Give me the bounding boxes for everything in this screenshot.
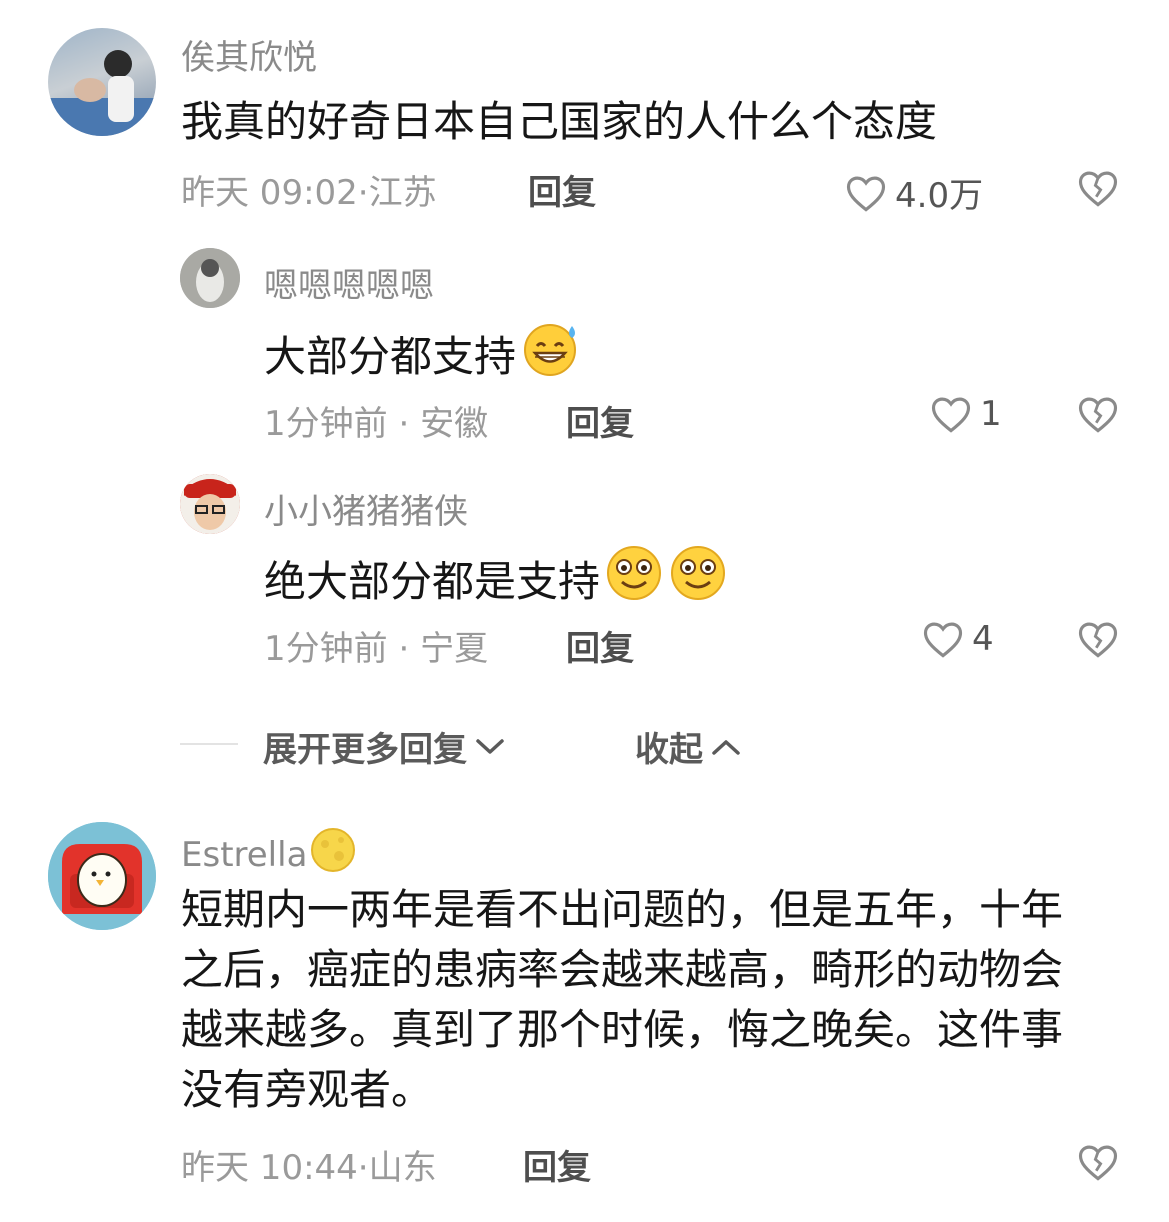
grin-sweat-emoji-icon — [520, 320, 582, 386]
expand-more-label: 展开更多回复 — [263, 730, 467, 770]
comment-time: 昨天 10:44 — [181, 1148, 358, 1188]
chevron-down-icon — [475, 737, 505, 757]
reply-text-row: 大部分都支持 — [264, 320, 582, 386]
broken-heart-icon[interactable] — [1077, 619, 1119, 659]
heart-outline-icon — [930, 394, 972, 434]
reply-text: 大部分都支持 — [264, 331, 517, 381]
comment-meta: 昨天 10:44·山东 — [181, 1140, 437, 1189]
broken-heart-icon[interactable] — [1077, 394, 1119, 434]
reply-text-row: 绝大部分都是支持 — [264, 544, 728, 612]
reply-button[interactable]: 回复 — [528, 165, 596, 214]
reply-username[interactable]: 小小猪猪猪侠 — [264, 484, 468, 533]
reply-meta: 1分钟前 · 安徽 — [264, 396, 488, 445]
reply-text: 绝大部分都是支持 — [264, 556, 601, 606]
avatar[interactable] — [180, 248, 240, 308]
like-count: 1 — [980, 394, 1002, 434]
avatar-image — [180, 474, 240, 534]
replies-divider — [180, 743, 238, 745]
comment-text: 短期内一两年是看不出问题的，但是五年，十年之后，癌症的患病率会越来越高，畸形的动… — [181, 885, 1064, 1114]
comment-username[interactable]: 俟其欣悦 — [181, 30, 317, 79]
like-count: 4 — [972, 619, 994, 659]
collapse-replies-button[interactable]: 收起 — [635, 722, 741, 771]
reply-time: 1分钟前 — [264, 404, 388, 444]
smile-emoji-icon — [668, 544, 728, 612]
like-button[interactable]: 1 — [930, 394, 1002, 434]
avatar-image — [48, 50, 156, 136]
reply-button[interactable]: 回复 — [566, 396, 634, 445]
like-button[interactable]: 4.0万 — [845, 168, 983, 217]
reply-button[interactable]: 回复 — [523, 1140, 591, 1189]
reply-location: 安徽 — [420, 404, 489, 444]
reply-username[interactable]: 嗯嗯嗯嗯嗯 — [264, 258, 434, 307]
meta-separator: · — [398, 404, 410, 444]
comment-meta: 昨天 09:02·江苏 — [181, 165, 437, 214]
avatar-image — [48, 822, 156, 930]
comment-location: 山东 — [368, 1148, 437, 1188]
like-count: 4.0万 — [895, 176, 984, 216]
chevron-up-icon — [711, 737, 741, 757]
broken-heart-icon[interactable] — [1077, 1142, 1119, 1182]
broken-heart-icon[interactable] — [1077, 168, 1119, 208]
comment-username-row: Estrella — [181, 826, 357, 883]
reply-button[interactable]: 回复 — [566, 621, 634, 670]
heart-outline-icon — [922, 619, 964, 659]
meta-separator: · — [398, 629, 410, 669]
avatar[interactable] — [48, 822, 156, 930]
reply-meta: 1分钟前 · 宁夏 — [264, 621, 488, 670]
comment-username[interactable]: Estrella — [181, 835, 307, 875]
smile-emoji-icon — [604, 544, 664, 612]
expand-more-replies-button[interactable]: 展开更多回复 — [263, 722, 505, 771]
like-button[interactable]: 4 — [922, 619, 994, 659]
meta-separator: · — [357, 1148, 369, 1188]
avatar[interactable] — [180, 474, 240, 534]
reply-time: 1分钟前 — [264, 629, 388, 669]
heart-outline-icon — [845, 173, 887, 213]
comment-text: 我真的好奇日本自己国家的人什么个态度 — [181, 97, 938, 146]
avatar-image — [180, 248, 240, 308]
collapse-label: 收起 — [635, 730, 703, 770]
avatar[interactable] — [48, 28, 156, 136]
meta-separator: · — [357, 173, 369, 213]
moon-emoji-icon — [309, 826, 357, 883]
reply-location: 宁夏 — [420, 629, 489, 669]
comment-time: 昨天 09:02 — [181, 173, 358, 213]
comment-location: 江苏 — [368, 173, 437, 213]
